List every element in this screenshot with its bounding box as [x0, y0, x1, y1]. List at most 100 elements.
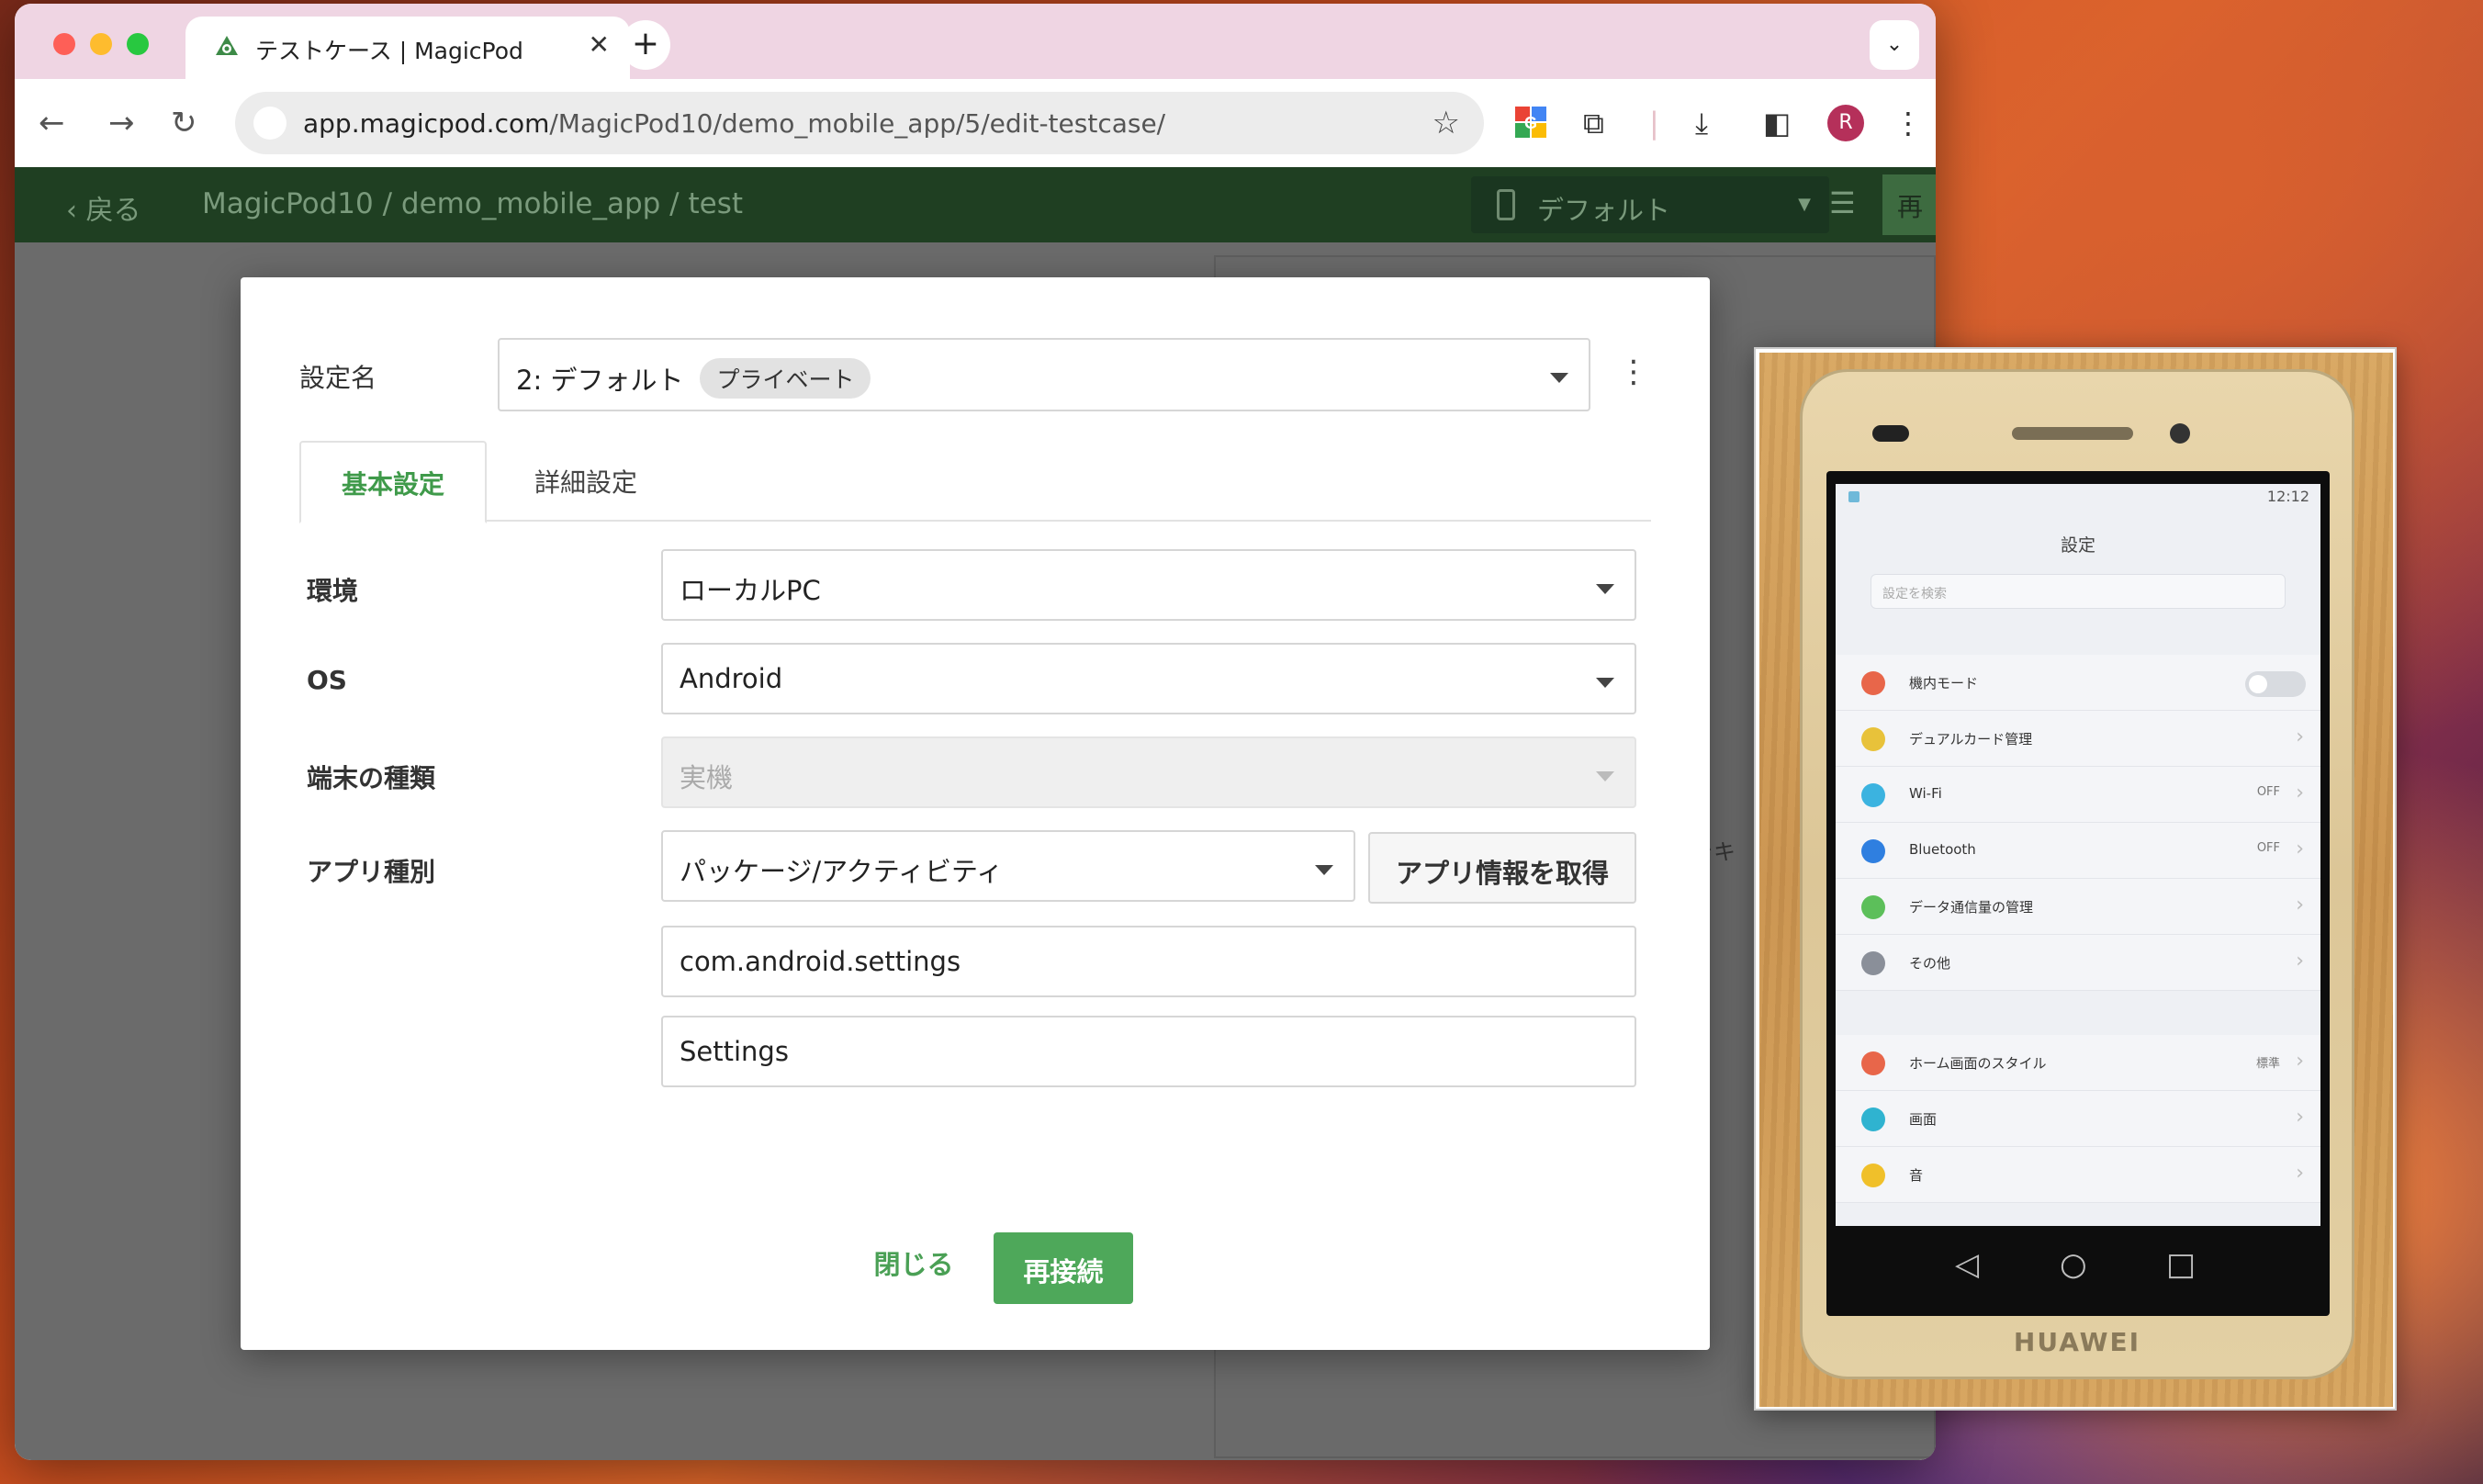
chevron-right-icon: › — [2296, 894, 2304, 916]
bookmark-star-icon[interactable]: ☆ — [1432, 105, 1460, 141]
android-nav-bar: ◁ ○ □ — [1826, 1233, 2330, 1298]
chevron-right-icon: › — [2296, 781, 2304, 804]
address-bar[interactable]: app.magicpod.com/MagicPod10/demo_mobile_… — [235, 92, 1484, 154]
google-extension-icon[interactable]: G — [1513, 105, 1548, 140]
phone-brand-logo: HUAWEI — [2013, 1327, 2141, 1357]
minimize-window-button[interactable] — [90, 33, 112, 55]
phone-icon — [1497, 189, 1515, 220]
list-item[interactable]: 機内モード — [1836, 655, 2320, 711]
sound-icon — [1861, 1164, 1885, 1187]
front-sensor-icon — [1872, 425, 1909, 442]
maximize-window-button[interactable] — [127, 33, 149, 55]
app-type-label: アプリ種別 — [307, 857, 436, 887]
list-item[interactable]: 画面 › — [1836, 1091, 2320, 1147]
earpiece-icon — [2012, 427, 2133, 440]
device-type-select: 実機 — [661, 736, 1636, 808]
sim-card-icon — [1861, 727, 1885, 751]
chevron-right-icon: › — [2296, 1050, 2304, 1073]
tab-bar: テストケース | MagicPod ✕ + ⌄ — [15, 4, 1936, 81]
os-select[interactable]: Android — [661, 643, 1636, 714]
device-profile-select[interactable]: デフォルト ▼ — [1471, 176, 1829, 233]
list-item[interactable]: デュアルカード管理 › — [1836, 711, 2320, 767]
connection-settings-dialog: 設定名 2: デフォルト プライベート ⋮ 基本設定 詳細設定 環境 ローカルPC… — [241, 277, 1710, 1350]
list-item[interactable]: Bluetooth OFF › — [1836, 823, 2320, 879]
list-item[interactable]: Wi-Fi OFF › — [1836, 767, 2320, 823]
bluetooth-icon — [1861, 839, 1885, 863]
settings-title: 設定 — [2060, 535, 2095, 556]
close-window-button[interactable] — [53, 33, 75, 55]
toolbar-divider: | — [1649, 106, 1659, 141]
chevron-right-icon: › — [2296, 1106, 2304, 1129]
wifi-icon — [1861, 783, 1885, 807]
package-input[interactable]: com.android.settings — [661, 926, 1636, 997]
phone-device: 12:12 設定 設定を検索 機内モード デュアルカード管理 › Wi-Fi O… — [1800, 369, 2354, 1379]
private-chip: プライベート — [700, 358, 871, 399]
svg-text:G: G — [1524, 114, 1537, 132]
data-usage-icon — [1861, 895, 1885, 919]
browser-tab[interactable]: テストケース | MagicPod ✕ — [185, 17, 630, 81]
notification-icon — [1848, 491, 1859, 502]
browser-menu-icon[interactable]: ⋮ — [1893, 103, 1923, 143]
new-tab-button[interactable]: + — [621, 20, 670, 70]
nav-home-icon[interactable]: ○ — [2060, 1246, 2087, 1283]
more-options-icon[interactable]: ⋮ — [1618, 356, 1649, 388]
download-icon[interactable]: ⤓ — [1695, 103, 1708, 143]
back-link[interactable]: ‹ 戻る — [66, 187, 141, 228]
caret-down-icon — [1550, 373, 1568, 383]
environment-select[interactable]: ローカルPC — [661, 549, 1636, 621]
site-info-icon[interactable] — [253, 107, 286, 140]
nav-back-icon[interactable]: ◁ — [1955, 1246, 1979, 1283]
airplane-toggle[interactable] — [2245, 671, 2306, 697]
settings-tabs: 基本設定 詳細設定 — [299, 441, 1651, 523]
phone-screen: 12:12 設定 設定を検索 機内モード デュアルカード管理 › Wi-Fi O… — [1826, 471, 2330, 1316]
forward-arrow-icon[interactable]: → — [108, 105, 135, 141]
airplane-icon — [1861, 671, 1885, 695]
config-name-select[interactable]: 2: デフォルト プライベート — [498, 338, 1590, 411]
fetch-app-info-button[interactable]: アプリ情報を取得 — [1368, 832, 1636, 904]
more-dots-icon — [1861, 951, 1885, 975]
side-panel-icon[interactable]: ◧ — [1763, 103, 1791, 143]
close-button[interactable]: 閉じる — [854, 1232, 973, 1287]
reconnect-button[interactable]: 再接続 — [994, 1232, 1133, 1304]
profile-avatar[interactable]: R — [1827, 105, 1864, 141]
status-bar: 12:12 — [1836, 484, 2320, 512]
config-name-label: 設定名 — [299, 363, 377, 393]
reload-icon[interactable]: ↻ — [171, 105, 197, 141]
activity-input[interactable]: Settings — [661, 1016, 1636, 1087]
settings-list: 機内モード デュアルカード管理 › Wi-Fi OFF › Bluetooth … — [1836, 655, 2320, 1203]
caret-down-icon — [1315, 865, 1333, 875]
dropdown-caret-icon: ▼ — [1798, 195, 1811, 214]
nav-recents-icon[interactable]: □ — [2166, 1246, 2196, 1283]
os-label: OS — [307, 665, 347, 695]
tab-basic-settings[interactable]: 基本設定 — [299, 441, 487, 523]
app-header: ‹ 戻る MagicPod10 / demo_mobile_app / test… — [15, 167, 1936, 242]
browser-toolbar: ← → ↻ app.magicpod.com/MagicPod10/demo_m… — [15, 79, 1936, 167]
tab-advanced-settings[interactable]: 詳細設定 — [487, 441, 685, 522]
close-tab-icon[interactable]: ✕ — [589, 29, 610, 60]
caret-down-icon — [1596, 678, 1614, 688]
device-camera-window: 12:12 設定 設定を検索 機内モード デュアルカード管理 › Wi-Fi O… — [1754, 347, 2397, 1411]
device-type-label: 端末の種類 — [307, 763, 436, 793]
magicpod-favicon-icon — [216, 36, 238, 55]
front-camera-icon — [2170, 423, 2190, 444]
list-item[interactable]: ホーム画面のスタイル 標準 › — [1836, 1035, 2320, 1091]
settings-search[interactable]: 設定を検索 — [1871, 574, 2286, 609]
extensions-puzzle-icon[interactable]: ⧉ — [1583, 103, 1604, 143]
list-item[interactable]: 音 › — [1836, 1147, 2320, 1203]
url-text: app.magicpod.com/MagicPod10/demo_mobile_… — [303, 108, 1166, 139]
app-type-select[interactable]: パッケージ/アクティビティ — [661, 830, 1355, 902]
back-arrow-icon[interactable]: ← — [39, 105, 65, 141]
chevron-right-icon: › — [2296, 725, 2304, 748]
settings-screen[interactable]: 12:12 設定 設定を検索 機内モード デュアルカード管理 › Wi-Fi O… — [1836, 484, 2320, 1226]
home-style-icon — [1861, 1051, 1885, 1075]
environment-label: 環境 — [307, 576, 359, 606]
tab-search-button[interactable]: ⌄ — [1870, 20, 1919, 70]
chevron-right-icon: › — [2296, 1162, 2304, 1185]
list-item[interactable]: データ通信量の管理 › — [1836, 879, 2320, 935]
tune-settings-icon[interactable]: ☰ — [1829, 186, 1856, 220]
caret-down-icon — [1596, 771, 1614, 781]
chevron-right-icon: › — [2296, 950, 2304, 972]
run-button[interactable]: 再 — [1882, 174, 1936, 235]
list-item[interactable]: その他 › — [1836, 935, 2320, 991]
breadcrumb[interactable]: MagicPod10 / demo_mobile_app / test — [202, 187, 743, 220]
